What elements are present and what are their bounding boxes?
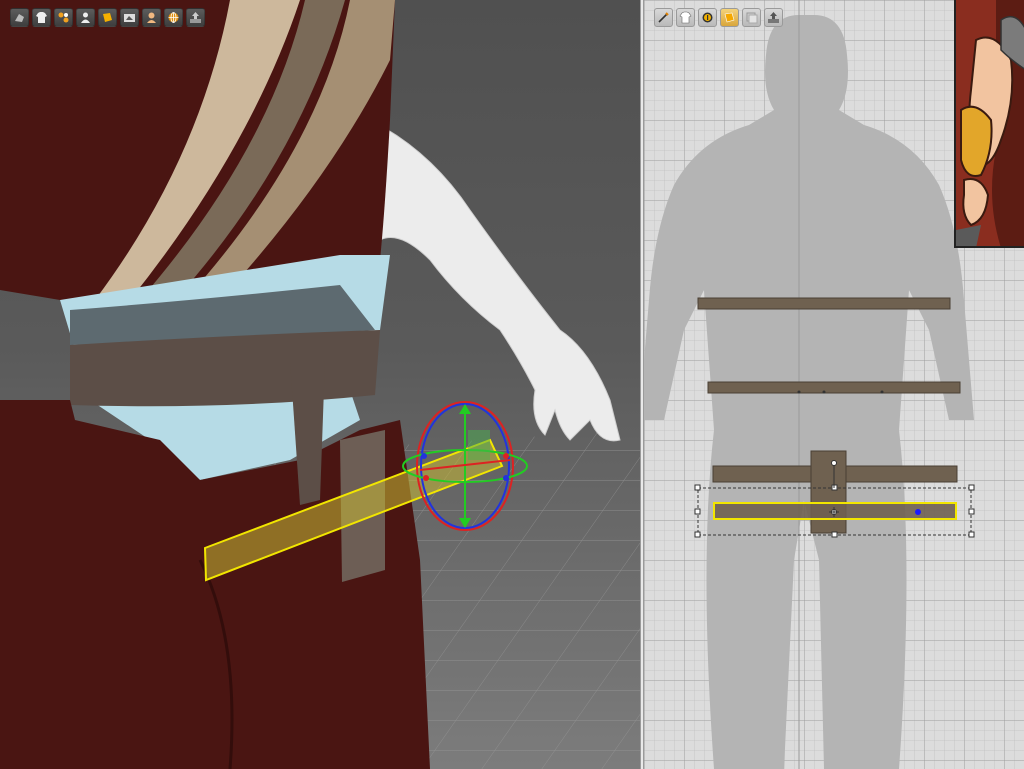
pattern-toolbar: [654, 8, 783, 27]
2d-pattern-window[interactable]: [644, 0, 1024, 769]
avatar-skin-icon[interactable]: [142, 8, 161, 27]
screenshot-export-icon[interactable]: [764, 8, 783, 27]
pattern-piece-vertical[interactable]: [810, 450, 847, 534]
reference-image-thumbnail[interactable]: [954, 0, 1024, 248]
pattern-piece-2[interactable]: [707, 381, 961, 394]
garment-shirt-icon[interactable]: [676, 8, 695, 27]
garment-shirt-icon[interactable]: [32, 8, 51, 27]
pattern-piece-1[interactable]: [697, 297, 951, 310]
avatar-arm: [369, 119, 621, 442]
pattern-color-icon[interactable]: [720, 8, 739, 27]
viewport-toolbar: [10, 8, 205, 27]
avatar-render-icon[interactable]: [10, 8, 29, 27]
edit-pattern-icon[interactable]: [654, 8, 673, 27]
info-icon[interactable]: [698, 8, 717, 27]
flat-shading-icon[interactable]: [120, 8, 139, 27]
pattern-point[interactable]: [915, 509, 921, 515]
reference-character-art: [956, 0, 1024, 246]
garment-color-icon[interactable]: [98, 8, 117, 27]
3d-viewport[interactable]: [0, 0, 640, 769]
screenshot-export-icon[interactable]: [186, 8, 205, 27]
3d-scene[interactable]: [0, 0, 640, 769]
avatar-display-icon[interactable]: [76, 8, 95, 27]
mesh-sphere-icon[interactable]: [164, 8, 183, 27]
pattern-overlay-icon[interactable]: [742, 8, 761, 27]
texture-pattern-icon[interactable]: [54, 8, 73, 27]
